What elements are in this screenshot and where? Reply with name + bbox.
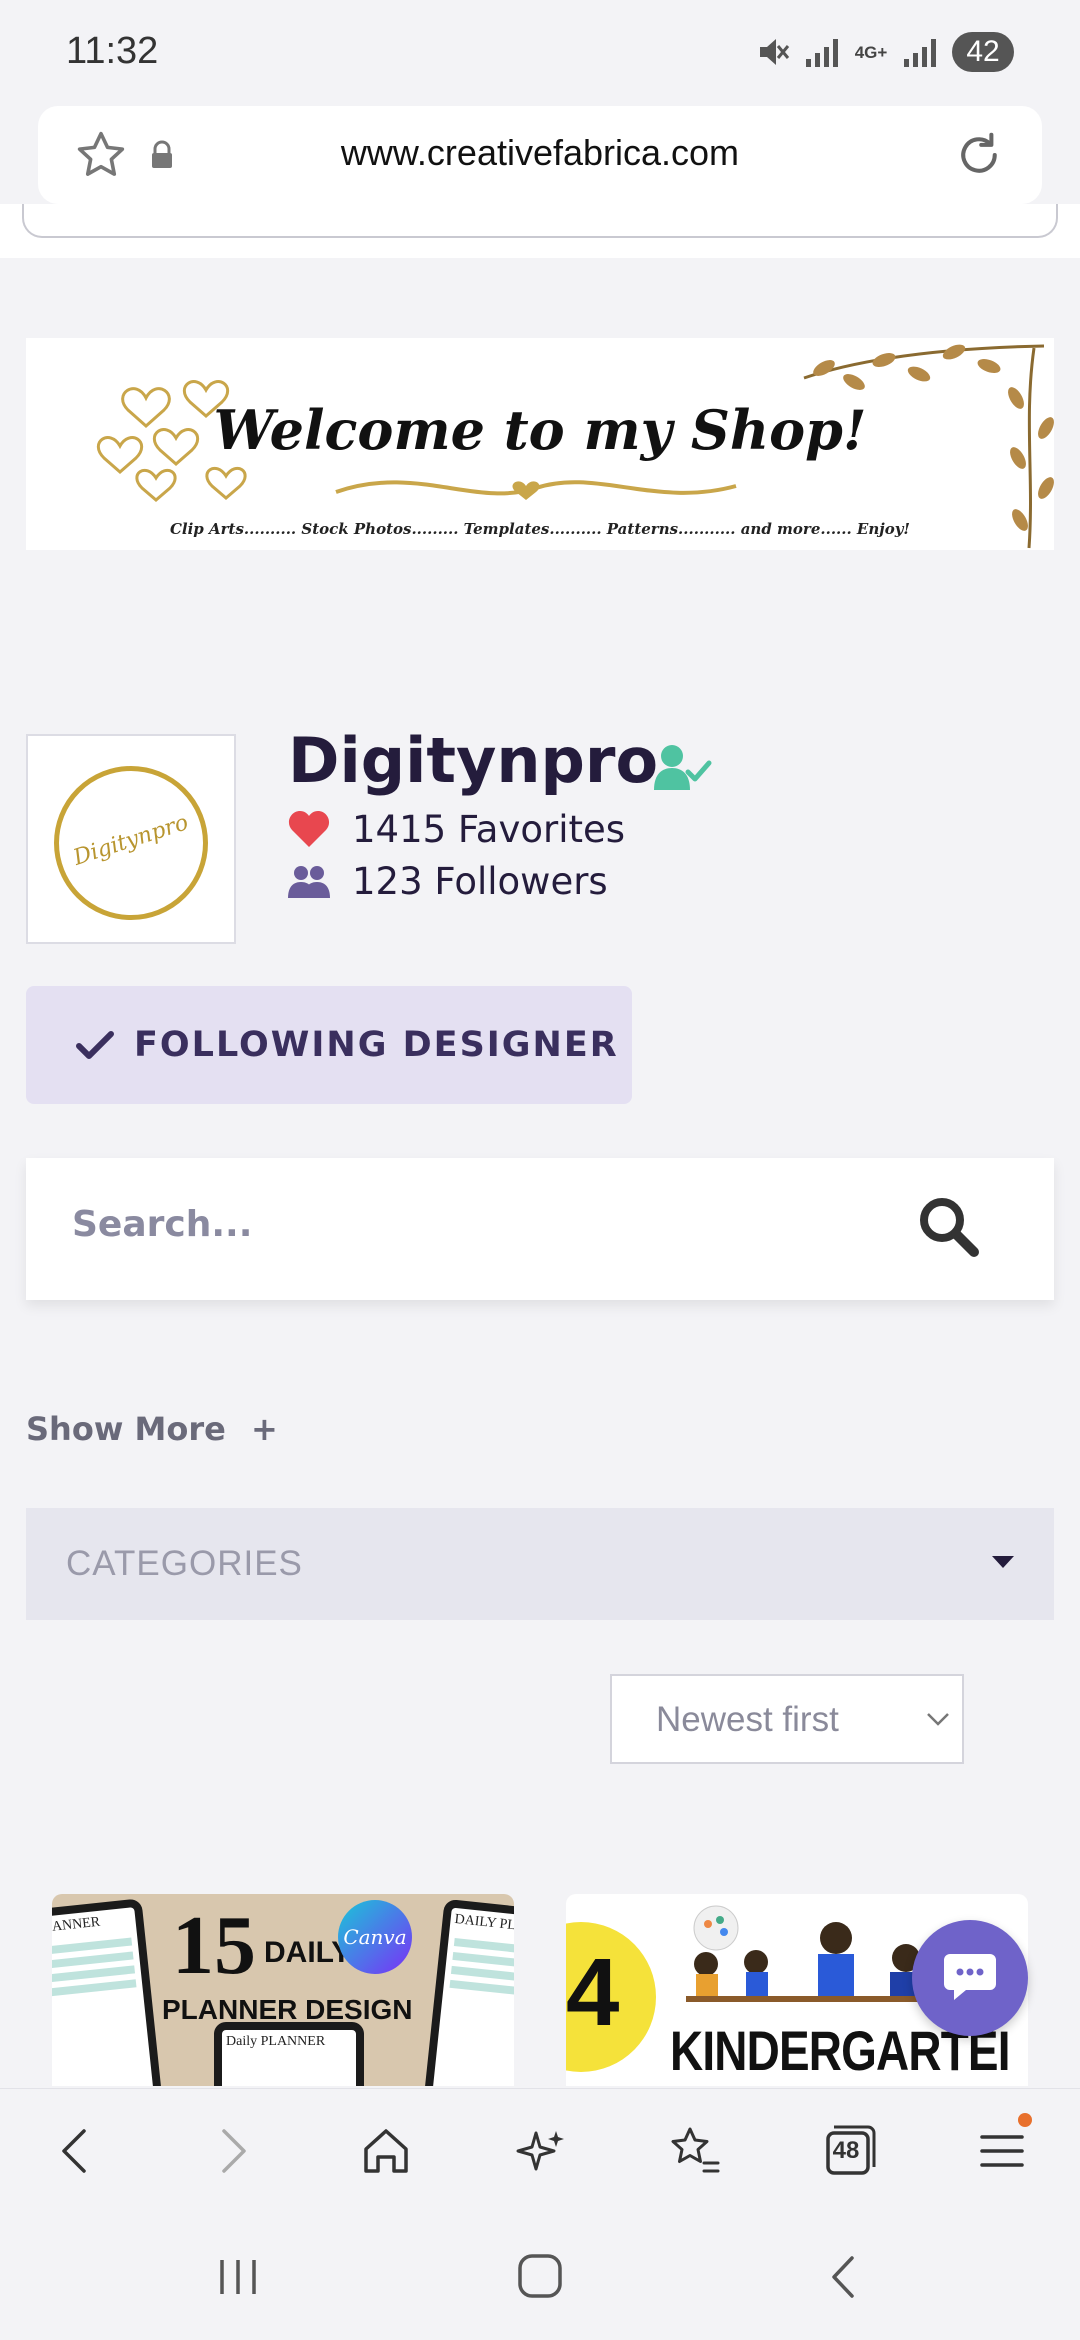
product-title-number: 4 — [566, 1939, 620, 2046]
show-more-toggle[interactable]: Show More + — [26, 1410, 278, 1448]
users-icon — [288, 865, 330, 898]
heart-icon — [288, 810, 330, 847]
sparkle-icon[interactable] — [508, 2119, 572, 2183]
chat-button[interactable] — [912, 1920, 1028, 2036]
reload-icon[interactable] — [952, 128, 1006, 182]
categories-dropdown[interactable]: CATEGORIES — [26, 1508, 1054, 1620]
favorites-stat: 1415 Favorites — [288, 808, 625, 851]
tablet-image: Daily PLANNER — [214, 2022, 364, 2086]
forward-icon[interactable] — [200, 2119, 264, 2183]
followers-count: 123 Followers — [352, 860, 608, 903]
product-title-number: 15 — [172, 1899, 256, 1992]
check-icon — [76, 1031, 114, 1059]
sort-select[interactable]: Newest first — [610, 1674, 964, 1764]
tablet-image: DAILY PL — [423, 1898, 514, 2086]
notification-dot — [1018, 2113, 1032, 2127]
url-text[interactable]: www.creativefabrica.com — [38, 132, 1042, 174]
product-card[interactable]: PLANNER 15 DAILY PLANNER DESIGN Canva DA… — [52, 1894, 514, 2086]
search-icon[interactable] — [916, 1194, 980, 1258]
status-bar: 11:32 4G+ 42 — [0, 0, 1080, 110]
browser-toolbar: 48 — [0, 2088, 1080, 2210]
caret-down-icon — [992, 1556, 1014, 1568]
swash-decoration — [335, 480, 737, 500]
menu-icon — [980, 2135, 1024, 2167]
designer-avatar[interactable]: Digitynpro — [26, 734, 236, 944]
designer-name: Digitynpro — [288, 724, 659, 797]
search-input[interactable] — [72, 1204, 872, 1245]
url-bar[interactable]: www.creativefabrica.com — [38, 106, 1042, 204]
vines-decoration — [803, 344, 1054, 549]
page-header-edge — [0, 204, 1080, 258]
show-more-label: Show More — [26, 1410, 226, 1448]
favorites-count: 1415 Favorites — [352, 808, 626, 851]
canva-badge: Canva — [338, 1900, 412, 1974]
battery-icon: 42 — [952, 32, 1014, 72]
system-navigation — [0, 2210, 1080, 2340]
status-time: 11:32 — [66, 30, 159, 72]
verified-user-icon — [654, 745, 712, 790]
followers-stat: 123 Followers — [288, 860, 608, 903]
following-designer-label: FOLLOWING DESIGNER — [134, 1025, 619, 1065]
status-icons: 4G+ 42 — [756, 32, 1014, 72]
plus-icon: + — [250, 1410, 278, 1448]
mute-icon — [760, 39, 790, 65]
recent-apps-icon[interactable] — [208, 2250, 268, 2304]
menu-button[interactable] — [970, 2113, 1034, 2183]
chevron-down-icon — [927, 1713, 949, 1726]
tabs-button[interactable]: 48 — [816, 2119, 880, 2183]
bookmarks-icon[interactable] — [662, 2119, 726, 2183]
tabs-count: 48 — [832, 2137, 860, 2164]
categories-label: CATEGORIES — [66, 1544, 303, 1583]
shop-search — [26, 1158, 1054, 1300]
tablet-image: PLANNER — [52, 1898, 163, 2086]
network-4g-icon: 4G+ — [854, 42, 888, 62]
shop-banner: Welcome to my Shop! Clip Arts.......... … — [26, 338, 1054, 550]
chat-icon — [944, 1954, 996, 2000]
back-nav-icon[interactable] — [814, 2250, 874, 2304]
following-designer-button[interactable]: FOLLOWING DESIGNER — [26, 986, 632, 1104]
sort-selected-value: Newest first — [656, 1700, 839, 1739]
signal-icon — [806, 37, 838, 67]
home-icon[interactable] — [354, 2119, 418, 2183]
signal-icon — [904, 37, 936, 67]
back-icon[interactable] — [44, 2119, 108, 2183]
home-nav-icon[interactable] — [510, 2250, 570, 2304]
